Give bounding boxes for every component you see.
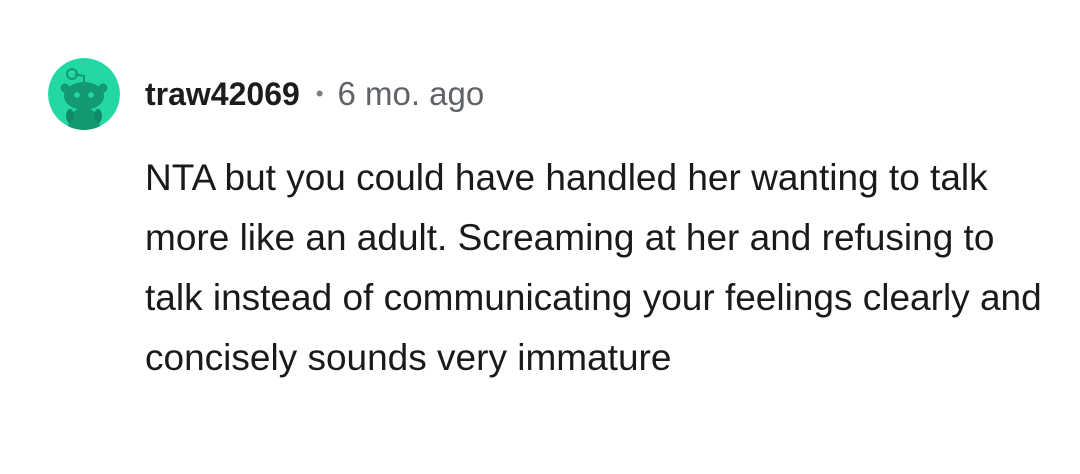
username-link[interactable]: traw42069 [145, 76, 300, 113]
snoo-avatar-icon [48, 58, 120, 130]
comment-card: traw42069 • 6 mo. ago NTA but you could … [0, 0, 1080, 474]
meta-separator: • [315, 81, 324, 106]
comment-timestamp[interactable]: 6 mo. ago [337, 75, 484, 113]
user-avatar[interactable] [48, 58, 120, 130]
comment-body: NTA but you could have handled her wanti… [145, 157, 1042, 378]
comment-meta: traw42069 • 6 mo. ago [145, 74, 484, 114]
